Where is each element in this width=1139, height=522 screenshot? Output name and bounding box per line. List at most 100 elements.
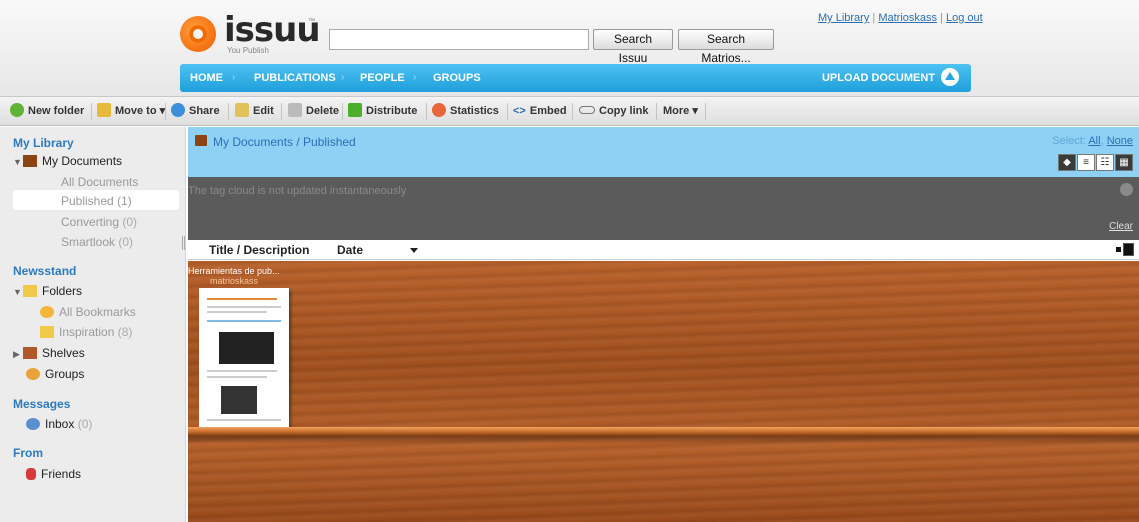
site-header: issuu ™ You Publish Search Issuu Search … bbox=[0, 0, 1139, 97]
embed-label: Embed bbox=[529, 105, 567, 117]
nav-publications[interactable]: PUBLICATIONS bbox=[254, 64, 336, 92]
edit-button[interactable]: Edit bbox=[235, 97, 274, 126]
newsstand-heading[interactable]: Newsstand bbox=[13, 264, 76, 278]
select-all-link[interactable]: All bbox=[1088, 135, 1100, 147]
more-label: More bbox=[663, 105, 690, 117]
messages-heading[interactable]: Messages bbox=[13, 397, 70, 411]
share-button[interactable]: Share bbox=[171, 97, 220, 126]
tag-cloud-panel: The tag cloud is not updated instantaneo… bbox=[188, 177, 1139, 240]
close-icon[interactable] bbox=[1120, 183, 1133, 196]
thumb-text-line bbox=[207, 320, 281, 322]
user-links: My Library | Matrioskass | Log out bbox=[818, 12, 983, 24]
detail-view-icon[interactable]: ☷ bbox=[1096, 154, 1114, 171]
document-title[interactable]: Herramientas de pub... bbox=[188, 266, 280, 276]
all-bookmarks-item[interactable]: All Bookmarks bbox=[40, 305, 136, 319]
copy-link-label: Copy link bbox=[599, 105, 649, 117]
plus-icon bbox=[10, 103, 24, 118]
move-to-label: Move to bbox=[115, 105, 157, 117]
inbox-item[interactable]: Inbox (0) bbox=[26, 417, 92, 431]
friends-item[interactable]: Friends bbox=[26, 467, 81, 481]
statistics-label: Statistics bbox=[450, 105, 499, 117]
new-folder-button[interactable]: New folder bbox=[10, 97, 84, 126]
folders-label: Folders bbox=[42, 284, 83, 298]
pencil-icon bbox=[235, 103, 249, 118]
toolbar-divider bbox=[572, 103, 573, 120]
logout-link[interactable]: Log out bbox=[946, 12, 983, 24]
toolbar: New folder Move to ▾ Share Edit Delete D… bbox=[0, 97, 1139, 126]
sidebar-resize-handle[interactable] bbox=[182, 236, 185, 250]
nav-groups[interactable]: GROUPS bbox=[433, 64, 481, 92]
more-button[interactable]: More ▾ bbox=[663, 97, 698, 126]
inbox-count: (0) bbox=[77, 417, 93, 431]
thumb-text-line bbox=[207, 376, 267, 378]
embed-button[interactable]: <> Embed bbox=[513, 97, 567, 126]
nav-separator: › bbox=[413, 72, 417, 83]
expand-down-icon[interactable]: ▼ bbox=[13, 287, 23, 297]
thumb-text-line bbox=[207, 306, 281, 308]
search-issuu-button[interactable]: Search Issuu bbox=[593, 29, 673, 65]
upload-document-button[interactable]: UPLOAD DOCUMENT bbox=[822, 64, 959, 92]
document-thumbnail[interactable] bbox=[199, 288, 289, 427]
statistics-button[interactable]: Statistics bbox=[432, 97, 499, 126]
grid-view-icon[interactable]: ▦ bbox=[1115, 154, 1133, 171]
copy-link-button[interactable]: Copy link bbox=[579, 97, 649, 126]
username-link[interactable]: Matrioskass bbox=[878, 12, 937, 24]
new-folder-label: New folder bbox=[28, 105, 85, 117]
smartlook-item[interactable]: Smartlook (0) bbox=[61, 235, 133, 249]
friends-icon bbox=[26, 467, 36, 480]
nav-home[interactable]: HOME bbox=[190, 64, 223, 92]
logo-tagline: You Publish bbox=[227, 46, 269, 55]
toolbar-divider bbox=[507, 103, 508, 120]
sidebar: My Library ▼ My Documents All Documents P… bbox=[0, 127, 186, 522]
my-library-heading[interactable]: My Library bbox=[13, 136, 74, 150]
date-column-header[interactable]: Date bbox=[337, 243, 363, 257]
smartlook-label: Smartlook bbox=[61, 235, 116, 249]
folder-icon bbox=[23, 284, 37, 297]
small-thumb-icon[interactable] bbox=[1116, 247, 1121, 252]
inspiration-count: (8) bbox=[117, 325, 133, 339]
converting-item[interactable]: Converting (0) bbox=[61, 215, 137, 229]
issuu-logo-icon bbox=[180, 16, 216, 52]
inspiration-item[interactable]: Inspiration (8) bbox=[40, 325, 132, 339]
select-none-link[interactable]: None bbox=[1107, 135, 1133, 147]
toolbar-divider bbox=[228, 103, 229, 120]
my-documents-item[interactable]: ▼ My Documents bbox=[13, 154, 122, 168]
document-author[interactable]: matrioskass bbox=[210, 276, 258, 286]
move-to-button[interactable]: Move to ▾ bbox=[97, 97, 165, 126]
nav-separator: › bbox=[232, 72, 236, 83]
title-column-header[interactable]: Title / Description bbox=[209, 243, 309, 257]
thumb-title-line bbox=[207, 298, 277, 300]
groups-item[interactable]: Groups bbox=[26, 367, 84, 381]
list-view-icon[interactable]: ≡ bbox=[1077, 154, 1095, 171]
clear-link[interactable]: Clear bbox=[1109, 221, 1133, 232]
briefcase-icon bbox=[23, 154, 37, 167]
bookmark-icon bbox=[40, 305, 54, 318]
all-bookmarks-label: All Bookmarks bbox=[59, 305, 136, 319]
select-links: Select: All, None bbox=[1052, 135, 1133, 147]
from-heading[interactable]: From bbox=[13, 446, 43, 460]
nav-people[interactable]: PEOPLE bbox=[360, 64, 405, 92]
sort-dropdown-icon[interactable] bbox=[410, 248, 418, 253]
delete-label: Delete bbox=[306, 105, 340, 117]
converting-count: (0) bbox=[122, 215, 138, 229]
link-icon bbox=[579, 106, 595, 115]
tag-view-icon[interactable]: ◆ bbox=[1058, 154, 1076, 171]
groups-label: Groups bbox=[45, 367, 85, 381]
delete-button[interactable]: Delete bbox=[288, 97, 339, 126]
nav-separator: › bbox=[341, 72, 345, 83]
all-documents-item[interactable]: All Documents bbox=[61, 175, 138, 189]
folders-item[interactable]: ▼ Folders bbox=[13, 284, 82, 298]
search-input[interactable] bbox=[329, 29, 589, 50]
large-thumb-icon[interactable] bbox=[1123, 243, 1134, 256]
thumb-text-line bbox=[207, 419, 281, 421]
my-library-link[interactable]: My Library bbox=[818, 12, 869, 24]
issuu-logo[interactable]: issuu ™ You Publish bbox=[180, 10, 321, 58]
shelves-item[interactable]: ▶ Shelves bbox=[13, 346, 85, 360]
expand-right-icon[interactable]: ▶ bbox=[13, 349, 23, 360]
main-content: My Documents / Published Select: All, No… bbox=[188, 127, 1139, 522]
expand-down-icon[interactable]: ▼ bbox=[13, 157, 23, 167]
distribute-button[interactable]: Distribute bbox=[348, 97, 417, 126]
main-nav: HOME › PUBLICATIONS › PEOPLE › GROUPS UP… bbox=[180, 64, 971, 92]
published-item[interactable]: Published (1) bbox=[61, 194, 132, 208]
search-user-button[interactable]: Search Matrios... bbox=[678, 29, 774, 65]
